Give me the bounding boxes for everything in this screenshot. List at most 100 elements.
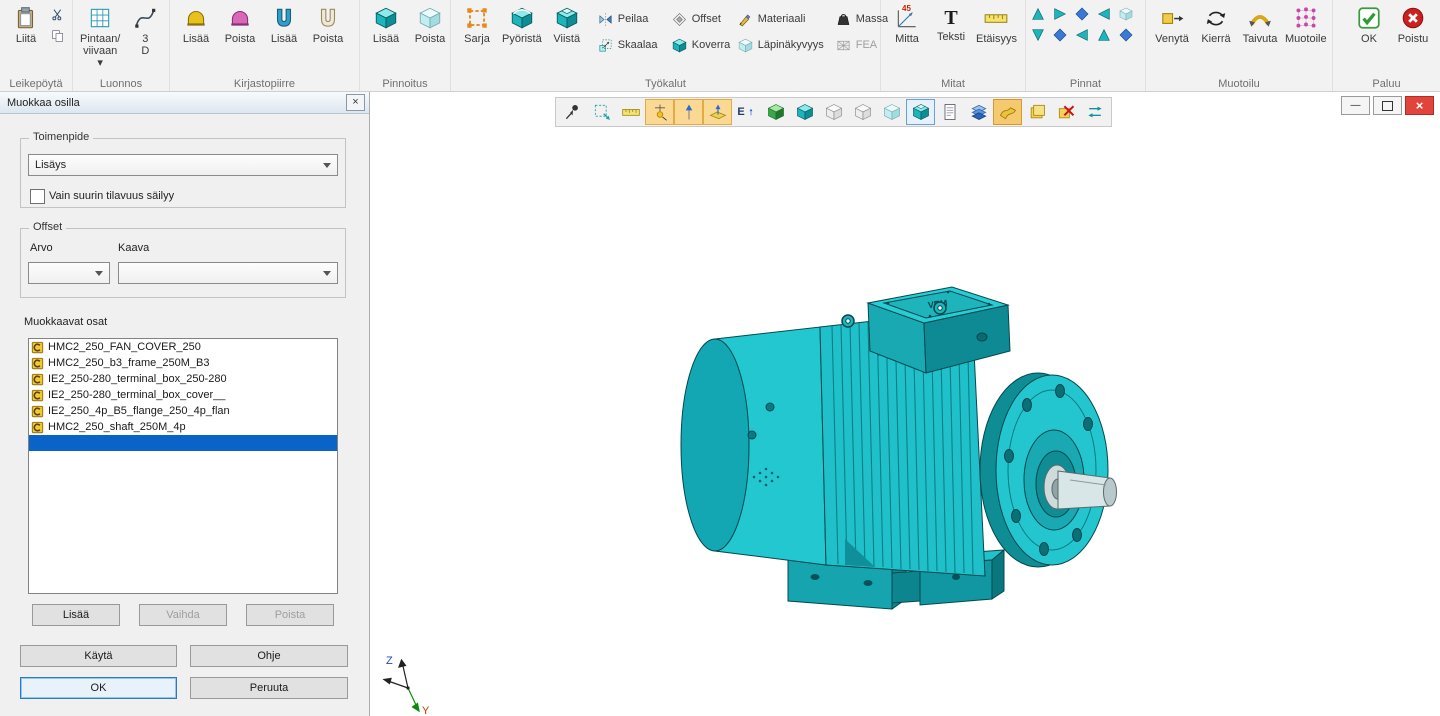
model-viewport[interactable]: E — × <box>370 92 1440 716</box>
morph-button[interactable]: Muotoile <box>1282 2 1330 45</box>
group-label: Työkalut <box>451 78 880 90</box>
surface-tool-icon[interactable] <box>1118 6 1134 22</box>
pin-button[interactable] <box>558 99 587 125</box>
motor-3d-model[interactable]: VEM <box>640 277 1140 647</box>
dimension-button[interactable]: 45 Mitta <box>885 2 929 45</box>
surface-tool-icon[interactable] <box>1074 6 1090 22</box>
surface-tool-icon[interactable] <box>1096 6 1112 22</box>
coating-add-button[interactable]: Lisää <box>364 2 408 45</box>
kaava-select[interactable] <box>118 262 338 284</box>
view-wireframe-icon <box>824 102 844 122</box>
group-label: Leikepöytä <box>0 78 72 90</box>
view-shaded-icon <box>795 102 815 122</box>
list-item[interactable]: HMC2_250_shaft_250M_4p <box>29 419 337 435</box>
snap-edge-button[interactable]: E <box>732 99 761 125</box>
surface-tool-icon[interactable] <box>1052 6 1068 22</box>
snap-point-icon <box>650 102 670 122</box>
surface-tool-icon[interactable] <box>1118 27 1134 43</box>
chamfer-button[interactable]: Viistä <box>545 2 589 45</box>
ok-button[interactable]: OK <box>20 677 177 699</box>
sketch-grid-icon <box>87 5 113 31</box>
dialog-titlebar[interactable]: Muokkaa osilla × <box>0 92 369 114</box>
distance-button[interactable]: Etäisyys <box>973 2 1020 45</box>
mirror-button[interactable]: Peilaa <box>595 6 669 32</box>
view-hidden-line-button[interactable] <box>848 99 877 125</box>
list-item[interactable]: IE2_250-280_terminal_box_cover__ <box>29 387 337 403</box>
ribbon-group-surfaces: Pinnat <box>1026 0 1146 91</box>
snap-edge-arrow-icon <box>746 105 756 119</box>
ok-ribbon-button[interactable]: OK <box>1347 2 1391 45</box>
paste-button[interactable]: Liitä <box>4 2 48 45</box>
scale-button[interactable]: Skaalaa <box>595 32 669 58</box>
dialog-close-button[interactable]: × <box>346 94 365 111</box>
view-shaded-button[interactable] <box>790 99 819 125</box>
offset-icon <box>671 11 688 28</box>
cancel-button[interactable]: Peruuta <box>190 677 348 699</box>
change-part-button[interactable]: Vaihda <box>139 604 227 626</box>
snap-direction-button[interactable] <box>674 99 703 125</box>
layers-button[interactable] <box>964 99 993 125</box>
view-wireframe-button[interactable] <box>819 99 848 125</box>
library-add-u-button[interactable]: Lisää <box>262 2 306 45</box>
list-item[interactable]: HMC2_250_b3_frame_250M_B3 <box>29 355 337 371</box>
surface-tool-icon[interactable] <box>1030 27 1046 43</box>
parts-list[interactable]: HMC2_250_FAN_COVER_250 HMC2_250_b3_frame… <box>28 338 338 594</box>
measure-button[interactable] <box>616 99 645 125</box>
surface-tool-icon[interactable] <box>1052 27 1068 43</box>
fillet-button[interactable]: Pyöristä <box>499 2 545 45</box>
apply-button[interactable]: Käytä <box>20 645 177 667</box>
delete-surface-button[interactable] <box>1051 99 1080 125</box>
material-button[interactable]: Materiaali <box>735 6 833 32</box>
list-item[interactable]: IE2_250-280_terminal_box_250-280 <box>29 371 337 387</box>
offset-button[interactable]: Offset <box>669 6 735 32</box>
library-add-button[interactable]: Lisää <box>174 2 218 45</box>
close-button[interactable]: × <box>1405 96 1434 115</box>
transparency-button[interactable]: Läpinäkyvyys <box>735 32 833 58</box>
surface-mode-button[interactable] <box>993 99 1022 125</box>
measure-icon <box>621 102 641 122</box>
swap-view-button[interactable] <box>1080 99 1109 125</box>
library-remove-u-button[interactable]: Poista <box>306 2 350 45</box>
view-solid-button[interactable] <box>761 99 790 125</box>
rotate-button[interactable]: Kierrä <box>1194 2 1238 45</box>
stretch-button[interactable]: Venytä <box>1150 2 1194 45</box>
remove-part-button[interactable]: Poista <box>246 604 334 626</box>
exit-ribbon-button[interactable]: Poistu <box>1391 2 1435 45</box>
copy-icon[interactable] <box>50 28 66 44</box>
sketch-3d-button[interactable]: 3 D <box>123 2 167 57</box>
part-icon <box>31 341 44 354</box>
chamfer-icon <box>554 5 580 31</box>
snap-plane-button[interactable] <box>703 99 732 125</box>
help-button[interactable]: Ohje <box>190 645 348 667</box>
sketch-on-face-button[interactable]: Pintaan/ viivaan ▾ <box>77 2 123 69</box>
maximize-button[interactable] <box>1373 96 1402 115</box>
minimize-button[interactable]: — <box>1341 96 1370 115</box>
drawing-sheets-button[interactable] <box>1022 99 1051 125</box>
operation-select[interactable]: Lisäys <box>28 154 338 176</box>
add-part-button[interactable]: Lisää <box>32 604 120 626</box>
part-list-button[interactable] <box>935 99 964 125</box>
surface-tool-icon[interactable] <box>1030 6 1046 22</box>
library-u-icon <box>271 5 297 31</box>
list-item[interactable]: IE2_250_4p_B5_flange_250_4p_flan <box>29 403 337 419</box>
list-item[interactable]: HMC2_250_FAN_COVER_250 <box>29 339 337 355</box>
minimize-icon: — <box>1351 101 1361 111</box>
hollow-button[interactable]: Koverra <box>669 32 735 58</box>
surface-mode-icon <box>998 102 1018 122</box>
list-item-selected[interactable] <box>29 435 337 451</box>
fit-selection-button[interactable] <box>587 99 616 125</box>
view-highlight-button[interactable] <box>906 99 935 125</box>
view-transparent-button[interactable] <box>877 99 906 125</box>
text-button[interactable]: T Teksti <box>929 2 973 43</box>
library-remove-button[interactable]: Poista <box>218 2 262 45</box>
pattern-button[interactable]: Sarja <box>455 2 499 45</box>
ok-check-icon <box>1356 5 1382 31</box>
keep-largest-volume-checkbox[interactable] <box>30 189 45 204</box>
arvo-select[interactable] <box>28 262 110 284</box>
surface-tool-icon[interactable] <box>1074 27 1090 43</box>
snap-point-button[interactable] <box>645 99 674 125</box>
surface-tool-icon[interactable] <box>1096 27 1112 43</box>
cut-icon[interactable] <box>50 7 66 23</box>
coating-remove-button[interactable]: Poista <box>408 2 452 45</box>
bend-button[interactable]: Taivuta <box>1238 2 1282 45</box>
